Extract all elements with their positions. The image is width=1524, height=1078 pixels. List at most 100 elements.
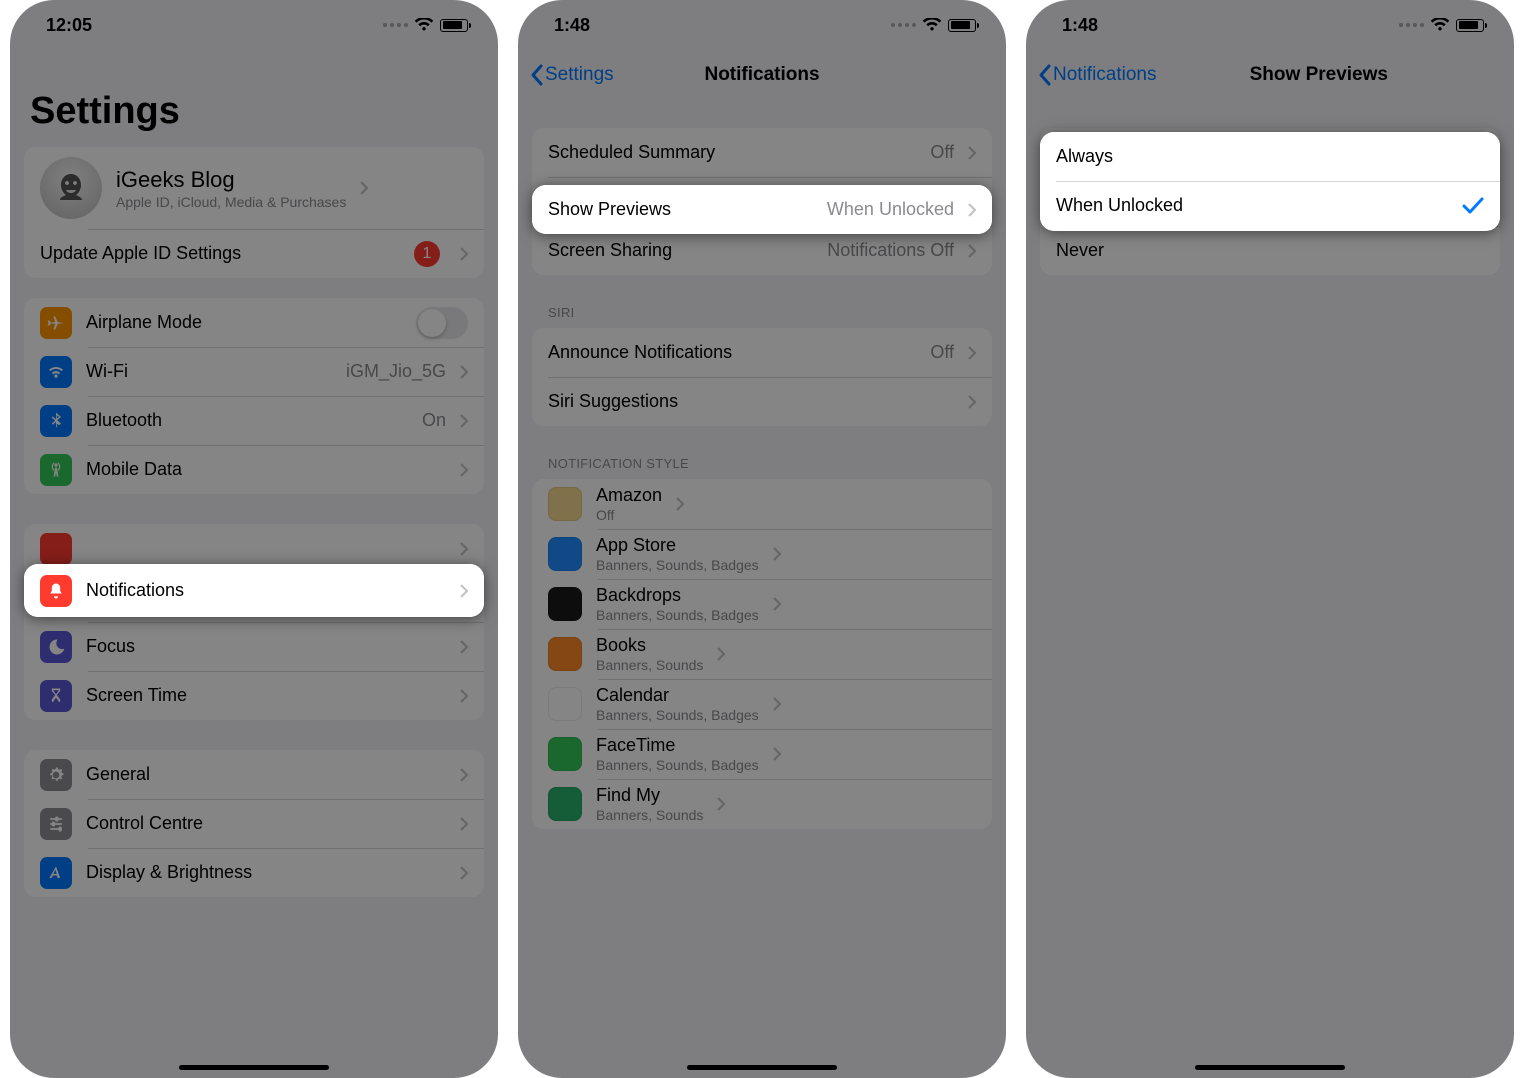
option-never[interactable]: Never (1040, 226, 1500, 275)
home-indicator[interactable] (687, 1065, 837, 1070)
app-icon (548, 587, 582, 621)
sliders-icon (40, 808, 72, 840)
gear-icon (40, 759, 72, 791)
app-sub: Banners, Sounds, Badges (596, 757, 759, 773)
chevron-icon (968, 346, 976, 360)
unlocked-label: When Unlocked (1056, 195, 1448, 216)
nav-title: Notifications (704, 64, 819, 86)
apple-id-row[interactable]: iGeeks Blog Apple ID, iCloud, Media & Pu… (24, 147, 484, 229)
option-always[interactable]: Always (1040, 132, 1500, 181)
scheduled-summary-row[interactable]: Scheduled Summary Off (532, 128, 992, 177)
wifi-icon (414, 18, 434, 32)
siri-header: Siri (518, 305, 1006, 328)
chevron-icon (460, 866, 468, 880)
app-icon (548, 637, 582, 671)
chevron-icon (460, 584, 468, 598)
back-button[interactable]: Settings (530, 64, 614, 86)
badge: 1 (414, 241, 440, 267)
app-name: Find My (596, 785, 703, 806)
show-previews-label: Show Previews (548, 199, 813, 220)
show-previews-highlight[interactable]: Show Previews When Unlocked (532, 185, 992, 234)
general-row[interactable]: General (24, 750, 484, 799)
app-row[interactable]: BooksBanners, Sounds (532, 629, 992, 679)
chevron-icon (460, 247, 468, 261)
app-row[interactable]: CalendarBanners, Sounds, Badges (532, 679, 992, 729)
chevron-icon (968, 203, 976, 217)
siri-suggestions-row[interactable]: Siri Suggestions (532, 377, 992, 426)
chevron-icon (717, 647, 725, 661)
update-apple-id-row[interactable]: Update Apple ID Settings 1 (24, 229, 484, 278)
app-row[interactable]: FaceTimeBanners, Sounds, Badges (532, 729, 992, 779)
app-sub: Banners, Sounds (596, 657, 703, 673)
bluetooth-row[interactable]: Bluetooth On (24, 396, 484, 445)
chevron-icon (676, 497, 684, 511)
clock: 12:05 (46, 15, 92, 36)
screentime-row[interactable]: Screen Time (24, 671, 484, 720)
nav-title: Show Previews (1250, 64, 1388, 86)
app-icon (548, 487, 582, 521)
app-name: App Store (596, 535, 759, 556)
page-title: Settings (10, 50, 498, 147)
show-previews-screen: 1:48 Notifications Show Previews Never A… (1026, 0, 1514, 1078)
app-icon (548, 737, 582, 771)
control-centre-row[interactable]: Control Centre (24, 799, 484, 848)
app-icon (548, 687, 582, 721)
airplane-toggle[interactable] (416, 307, 468, 339)
show-previews-value: When Unlocked (827, 199, 954, 220)
app-row[interactable]: BackdropsBanners, Sounds, Badges (532, 579, 992, 629)
notifications-row-highlight[interactable]: Notifications (24, 564, 484, 617)
bell-icon (40, 533, 72, 565)
signal-dots (891, 23, 916, 27)
mobile-data-row[interactable]: Mobile Data (24, 445, 484, 494)
bluetooth-icon (40, 405, 72, 437)
chevron-icon (968, 146, 976, 160)
nav-bar: Notifications Show Previews (1026, 50, 1514, 100)
app-sub: Banners, Sounds, Badges (596, 557, 759, 573)
chevron-icon (460, 542, 468, 556)
chevron-icon (460, 689, 468, 703)
app-row[interactable]: AmazonOff (532, 479, 992, 529)
options-highlight: Always When Unlocked (1040, 132, 1500, 231)
airplane-row[interactable]: Airplane Mode (24, 298, 484, 347)
chevron-icon (773, 547, 781, 561)
update-label: Update Apple ID Settings (40, 243, 400, 264)
wifi-row[interactable]: Wi-Fi iGM_Jio_5G (24, 347, 484, 396)
home-indicator[interactable] (179, 1065, 329, 1070)
wifi-icon (40, 356, 72, 388)
nav-bar: Settings Notifications (518, 50, 1006, 100)
app-name: Calendar (596, 685, 759, 706)
chevron-icon (773, 697, 781, 711)
moon-icon (40, 631, 72, 663)
announce-row[interactable]: Announce Notifications Off (532, 328, 992, 377)
chevron-left-icon (530, 64, 543, 86)
focus-row[interactable]: Focus (24, 622, 484, 671)
display-row[interactable]: Display & Brightness (24, 848, 484, 897)
chevron-icon (360, 181, 368, 195)
status-bar: 1:48 (1026, 0, 1514, 50)
clock: 1:48 (554, 15, 590, 36)
style-header: Notification Style (518, 456, 1006, 479)
app-sub: Off (596, 507, 662, 523)
battery-icon (948, 19, 976, 32)
never-label: Never (1056, 240, 1484, 261)
chevron-icon (460, 768, 468, 782)
app-icon (548, 787, 582, 821)
signal-dots (383, 23, 408, 27)
text-size-icon (40, 857, 72, 889)
app-row[interactable]: App StoreBanners, Sounds, Badges (532, 529, 992, 579)
app-name: Books (596, 635, 703, 656)
back-button[interactable]: Notifications (1038, 64, 1157, 86)
home-indicator[interactable] (1195, 1065, 1345, 1070)
chevron-icon (460, 365, 468, 379)
airplane-icon (40, 307, 72, 339)
app-sub: Banners, Sounds, Badges (596, 707, 759, 723)
wifi-icon (1430, 18, 1450, 32)
notifications-screen: 1:48 Settings Notifications Scheduled Su… (518, 0, 1006, 1078)
app-row[interactable]: Find MyBanners, Sounds (532, 779, 992, 829)
bell-icon (40, 575, 72, 607)
battery-icon (440, 19, 468, 32)
chevron-left-icon (1038, 64, 1051, 86)
option-unlocked[interactable]: When Unlocked (1040, 181, 1500, 230)
chevron-icon (773, 747, 781, 761)
avatar (40, 157, 102, 219)
